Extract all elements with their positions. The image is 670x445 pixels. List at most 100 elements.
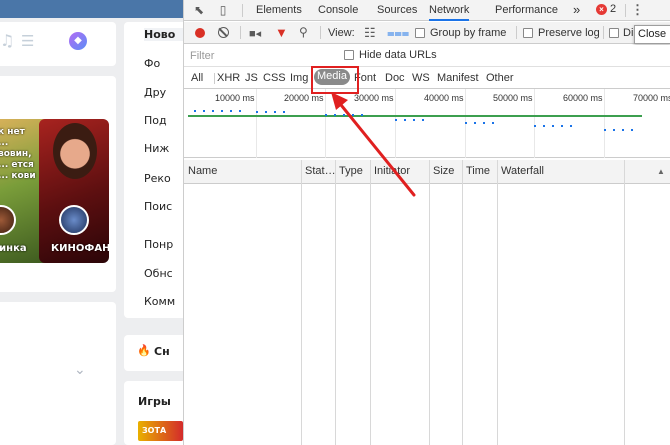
hide-data-urls-label[interactable]: Hide data URLs	[359, 49, 437, 61]
menu-item-photos[interactable]: Фо	[144, 57, 160, 70]
column-status[interactable]: Stat…	[301, 160, 335, 184]
timeline-request-dot	[239, 110, 241, 112]
timeline-request-dot	[274, 111, 276, 113]
clear-icon[interactable]	[218, 27, 229, 38]
tab-elements[interactable]: Elements	[256, 0, 302, 21]
request-table-header: Name Stat… Type Initiator Size Time Wate…	[184, 160, 670, 184]
menu-item-updates[interactable]: Обнс	[144, 267, 173, 280]
menu-item-friends[interactable]: Дру	[144, 86, 166, 99]
group-by-frame-checkbox[interactable]	[415, 28, 425, 38]
music-icon[interactable]: ♫	[0, 31, 14, 50]
type-img[interactable]: Img	[290, 72, 308, 84]
sort-ascending-icon[interactable]: ▲	[657, 167, 665, 176]
timeline-request-dot	[631, 129, 633, 131]
app-badge-icon[interactable]: ◆	[69, 32, 87, 50]
more-tabs-icon[interactable]: »	[573, 0, 580, 21]
popular-block[interactable]: 🔥 Сн	[124, 335, 183, 371]
menu-item-search[interactable]: Поис	[144, 200, 172, 213]
error-count[interactable]: 2	[610, 3, 616, 15]
timeline-request-dot	[413, 119, 415, 121]
type-ws[interactable]: WS	[412, 72, 430, 84]
games-label: Игры	[138, 395, 171, 408]
type-manifest[interactable]: Manifest	[437, 72, 479, 84]
filter-bar: Hide data URLs	[184, 45, 670, 67]
menu-item-comments[interactable]: Комм	[144, 295, 175, 308]
disable-cache-checkbox[interactable]	[609, 28, 619, 38]
story-card-2[interactable]: КИНОФАН	[39, 119, 109, 263]
divider	[242, 4, 243, 17]
timeline-request-dot	[265, 111, 267, 113]
type-other[interactable]: Other	[486, 72, 514, 84]
preserve-log-checkbox[interactable]	[523, 28, 533, 38]
network-overview-timeline[interactable]: 10000 ms 20000 ms 30000 ms 40000 ms 5000…	[184, 89, 670, 158]
menu-item-recommendations[interactable]: Реко	[144, 172, 171, 185]
timeline-request-dot	[622, 129, 624, 131]
tab-performance[interactable]: Performance	[495, 0, 558, 21]
tab-sources[interactable]: Sources	[377, 0, 417, 21]
annotation-highlight-box	[311, 66, 359, 94]
screenshot-camera-icon[interactable]: ■◂	[249, 27, 261, 40]
timeline-request-dot	[492, 122, 494, 124]
menu-item-news[interactable]: Ново	[144, 28, 183, 41]
filter-icon[interactable]: ▼	[275, 25, 288, 40]
device-toolbar-icon[interactable]: ▯	[216, 3, 230, 17]
type-xhr[interactable]: XHR	[217, 72, 240, 84]
stories-card: к нет ... вовин, ... ется ... кови ринка…	[0, 76, 116, 292]
large-rows-icon[interactable]: ☷	[364, 25, 376, 41]
popular-label: Сн	[154, 345, 170, 358]
timeline-tick-label: 70000 ms	[633, 93, 670, 103]
column-initiator[interactable]: Initiator	[370, 160, 429, 184]
column-divider[interactable]	[370, 160, 371, 445]
column-divider[interactable]	[497, 160, 498, 445]
timeline-request-dot	[543, 125, 545, 127]
record-icon[interactable]	[195, 28, 205, 38]
more-options-icon[interactable]: ⋮	[631, 2, 644, 18]
tab-network[interactable]: Network	[429, 0, 470, 21]
error-icon[interactable]: ×	[596, 4, 607, 15]
preserve-log-label[interactable]: Preserve log	[538, 27, 600, 39]
timeline-request-dot	[465, 122, 467, 124]
column-divider[interactable]	[462, 160, 463, 445]
type-css[interactable]: CSS	[263, 72, 286, 84]
resource-type-filter: All XHR JS CSS Img Media Font Doc WS Man…	[184, 67, 670, 89]
type-doc[interactable]: Doc	[385, 72, 405, 84]
website-background: ♫ ☰ ◆ к нет ... вовин, ... ется ... кови…	[0, 0, 183, 445]
group-by-frame-label[interactable]: Group by frame	[430, 27, 506, 39]
column-divider[interactable]	[429, 160, 430, 445]
overview-icon[interactable]: ⩶	[387, 25, 409, 41]
menu-item-liked[interactable]: Понр	[144, 238, 173, 251]
column-time[interactable]: Time	[462, 160, 497, 184]
story-image	[53, 123, 97, 179]
game-thumbnail[interactable]: ЗОТА	[138, 421, 183, 441]
timeline-request-dot	[212, 110, 214, 112]
grid-line	[395, 89, 396, 158]
tab-console[interactable]: Console	[318, 0, 358, 21]
timeline-request-dot	[343, 114, 345, 116]
timeline-request-dot	[474, 122, 476, 124]
hide-data-urls-checkbox[interactable]	[344, 50, 354, 60]
menu-item-subscriptions[interactable]: Под	[144, 114, 167, 127]
search-icon[interactable]: ⚲	[299, 25, 308, 39]
menu-item-lower[interactable]: Ниж	[144, 142, 169, 155]
column-size[interactable]: Size	[429, 160, 462, 184]
story-avatar	[0, 205, 16, 235]
column-divider[interactable]	[335, 160, 336, 445]
story-text: к нет ... вовин, ... ется ... кови	[0, 127, 36, 181]
divider	[240, 26, 241, 39]
timeline-request-dot	[221, 110, 223, 112]
screenshot: ♫ ☰ ◆ к нет ... вовин, ... ется ... кови…	[0, 0, 670, 445]
column-waterfall[interactable]: Waterfall	[497, 160, 670, 184]
type-js[interactable]: JS	[245, 72, 258, 84]
column-divider[interactable]	[301, 160, 302, 445]
games-block: Игры ЗОТА	[124, 381, 183, 445]
type-all[interactable]: All	[191, 72, 203, 84]
filter-input[interactable]	[188, 48, 333, 64]
inspect-element-icon[interactable]: ⬉	[192, 3, 206, 17]
disable-cache-label[interactable]: Di	[623, 27, 633, 39]
column-type[interactable]: Type	[335, 160, 370, 184]
timeline-request-dot	[361, 114, 363, 116]
close-tooltip: Close	[634, 25, 670, 44]
column-name[interactable]: Name	[184, 160, 301, 184]
chevron-down-icon[interactable]: ⌄	[74, 362, 86, 378]
playlist-icon[interactable]: ☰	[21, 32, 34, 50]
